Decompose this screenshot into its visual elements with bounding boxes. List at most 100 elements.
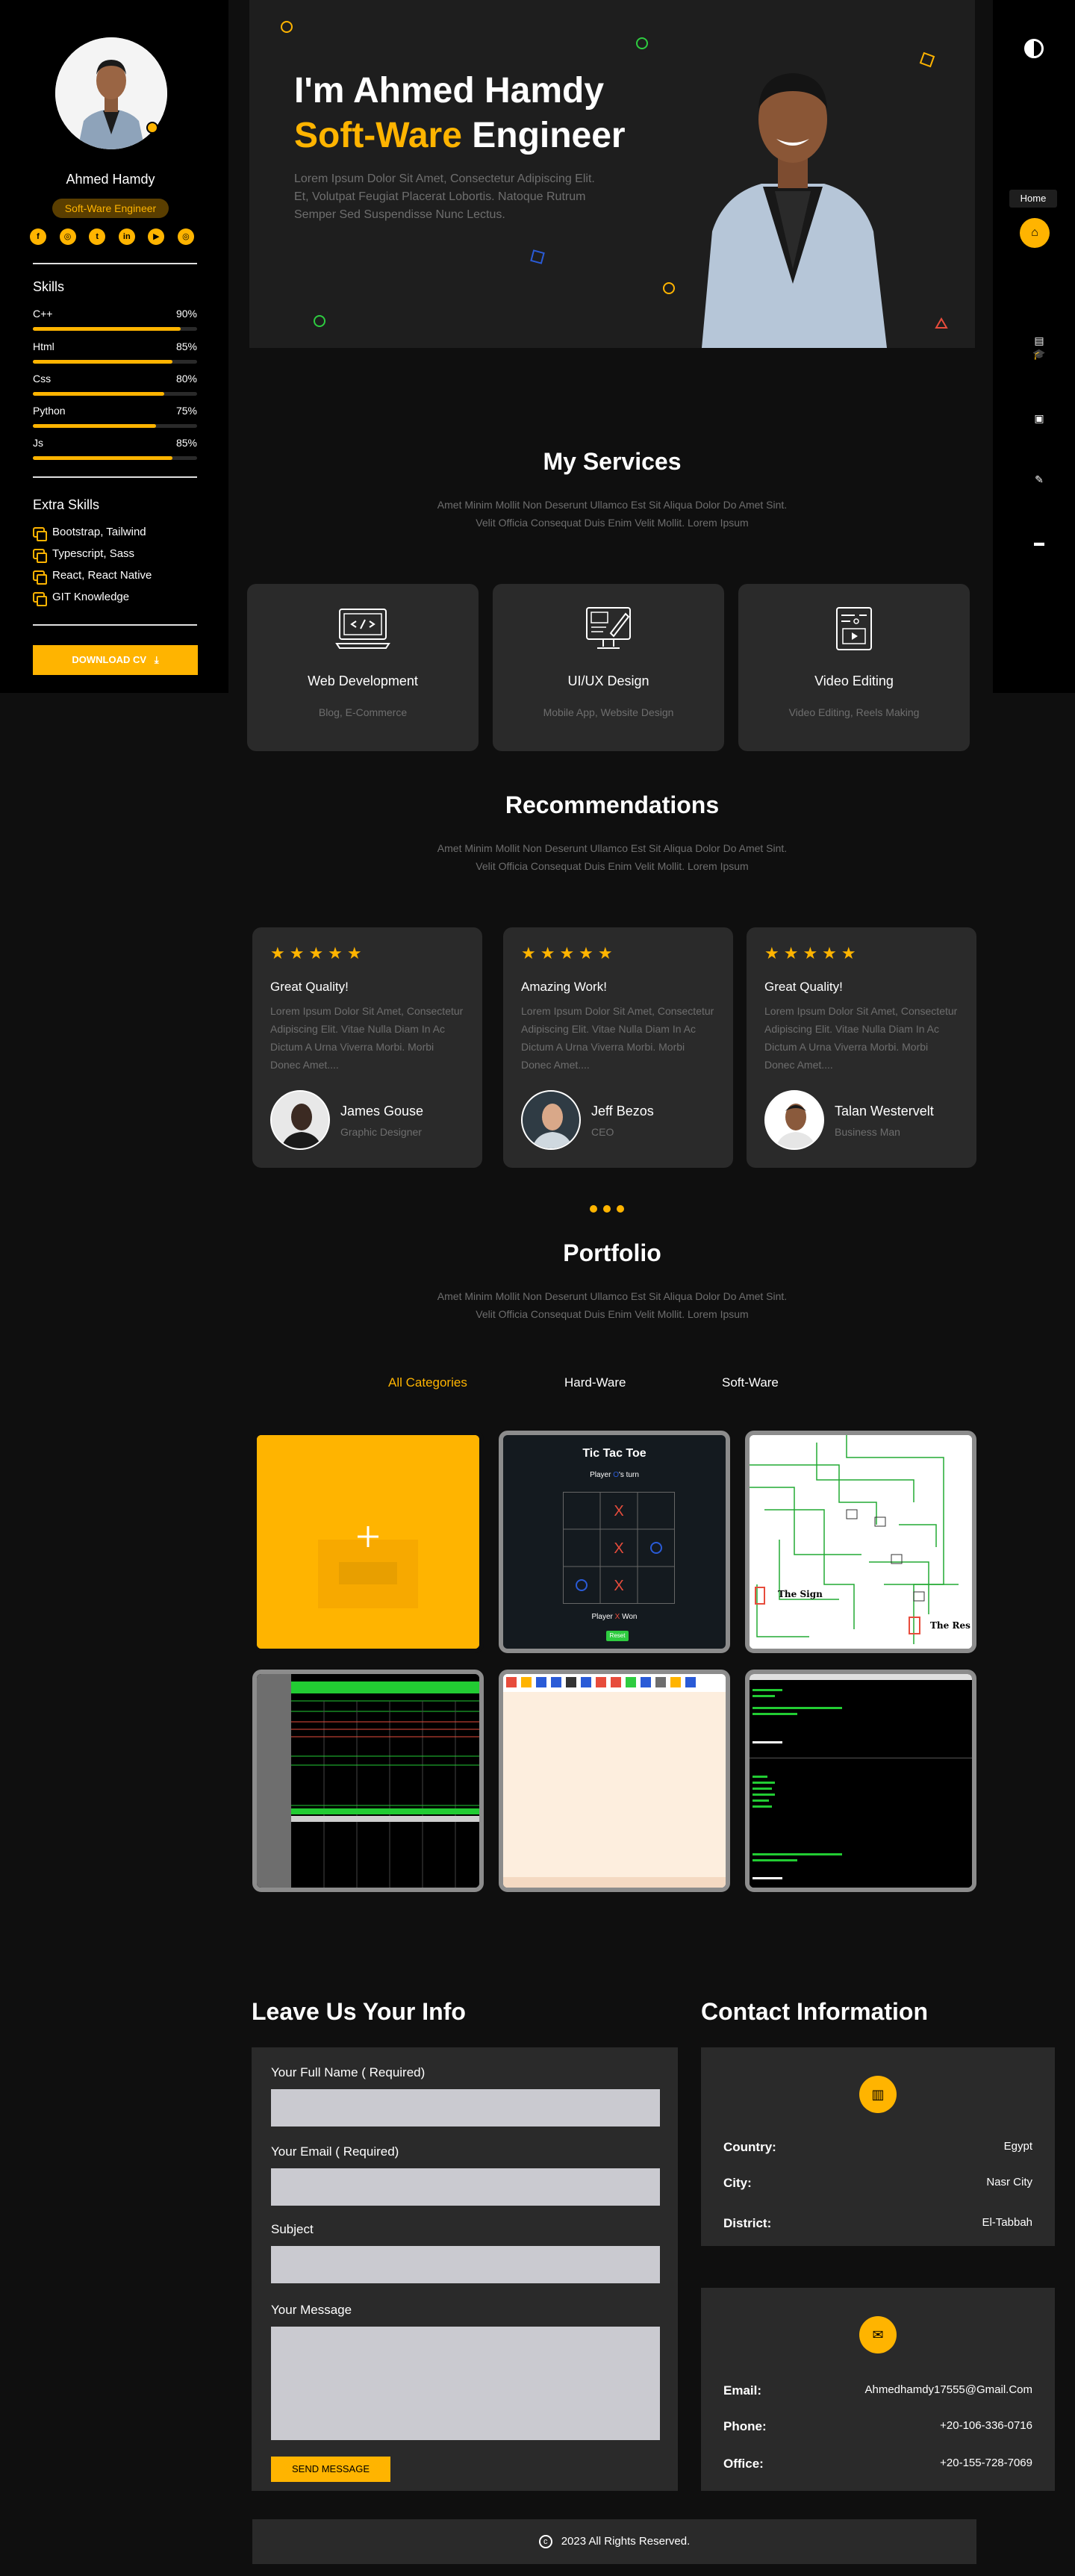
service-title: Web Development: [308, 673, 418, 688]
circuit-label: The Res: [930, 1620, 970, 1631]
full-name-input[interactable]: [271, 2089, 660, 2127]
check-icon: [33, 548, 47, 563]
skill-html: Html 85%: [33, 340, 197, 364]
service-card-video[interactable]: Video Editing Video Editing, Reels Makin…: [738, 584, 970, 751]
theme-toggle-icon[interactable]: [1024, 39, 1044, 58]
recommendation-card: ★★★★★ Great Quality! Lorem Ipsum Dolor S…: [252, 927, 482, 1168]
portfolio-item[interactable]: [252, 1431, 484, 1653]
subject-input[interactable]: [271, 2246, 660, 2283]
rec-body: Lorem Ipsum Dolor Sit Amet, Consectetur …: [521, 1005, 714, 1071]
hero-portrait: [702, 73, 887, 348]
skill-name: Js: [33, 437, 43, 449]
profile-role-badge: Soft-Ware Engineer: [52, 199, 169, 218]
info-value: Egypt: [1003, 2140, 1032, 2153]
message-textarea[interactable]: [271, 2327, 660, 2440]
chat-icon[interactable]: ▬: [1032, 535, 1047, 550]
info-row: Phone: +20-106-336-0716: [723, 2419, 1032, 2434]
service-card-web[interactable]: Web Development Blog, E-Commerce: [247, 584, 479, 751]
service-subtitle: Mobile App, Website Design: [543, 706, 674, 718]
hero-heading: I'm Ahmed Hamdy Soft-Ware Engineer: [294, 69, 626, 158]
extra-skill-label: Typescript, Sass: [52, 547, 135, 560]
home-icon[interactable]: ⌂: [1020, 218, 1050, 248]
carousel-dot[interactable]: [617, 1205, 624, 1213]
info-row: District: El-Tabbah: [723, 2216, 1032, 2231]
portfolio-item[interactable]: [499, 1670, 730, 1892]
phone-link[interactable]: +20-106-336-0716: [940, 2419, 1032, 2434]
circuit-label: The Sign: [778, 1589, 823, 1599]
info-key: Country:: [723, 2140, 776, 2154]
skill-bar: [33, 327, 181, 331]
extra-skill-label: React, React Native: [52, 569, 152, 582]
ttt-won-pre: Player: [591, 1613, 615, 1621]
divider: [33, 624, 197, 626]
svg-text:X: X: [614, 1540, 623, 1557]
profile-name: Ahmed Hamdy: [66, 172, 155, 187]
filter-hardware[interactable]: Hard-Ware: [564, 1375, 626, 1390]
skill-css: Css 80%: [33, 373, 197, 396]
feather-icon[interactable]: ✎: [1032, 472, 1047, 487]
twitter-icon[interactable]: t: [89, 228, 106, 245]
service-title: UI/UX Design: [567, 673, 649, 688]
extra-skill-label: GIT Knowledge: [52, 591, 130, 603]
send-message-button[interactable]: SEND MESSAGE: [271, 2457, 390, 2482]
rec-name: Jeff Bezos: [591, 1104, 654, 1119]
skill-value: 80%: [175, 373, 197, 385]
ttt-won-post: Won: [620, 1613, 638, 1621]
avatar: [521, 1090, 581, 1150]
filter-software[interactable]: Soft-Ware: [722, 1375, 779, 1390]
skill-bar: [33, 360, 172, 364]
hero-section: I'm Ahmed Hamdy Soft-Ware Engineer Lorem…: [249, 0, 975, 348]
check-icon: [33, 570, 47, 585]
portfolio-item[interactable]: The Sign The Res: [745, 1431, 976, 1653]
youtube-icon[interactable]: ▶: [148, 228, 165, 245]
service-card-uiux[interactable]: UI/UX Design Mobile App, Website Design: [493, 584, 724, 751]
ttt-reset-button[interactable]: Reset: [606, 1631, 629, 1641]
service-subtitle: Blog, E-Commerce: [318, 706, 408, 718]
design-monitor-icon: [586, 607, 631, 649]
rec-title: Great Quality!: [764, 980, 843, 994]
instagram-icon[interactable]: ◎: [59, 228, 76, 245]
service-title: Video Editing: [814, 673, 894, 688]
carousel-dot[interactable]: [590, 1205, 597, 1213]
square-decoration: [919, 52, 935, 68]
portfolio-item[interactable]: Tic Tac Toe Player O's turn X X X Player…: [499, 1431, 730, 1653]
email-input[interactable]: [271, 2168, 660, 2206]
info-key: Office:: [723, 2457, 764, 2471]
ttt-winner: Player X Won: [503, 1613, 726, 1621]
portfolio-item[interactable]: [252, 1670, 484, 1892]
hero-title-accent: Soft-Ware: [294, 116, 462, 155]
copyright-icon: c: [538, 2535, 552, 2549]
info-row: City: Nasr City: [723, 2176, 1032, 2191]
facebook-icon[interactable]: f: [30, 228, 46, 245]
circle-decoration: [663, 282, 675, 294]
skill-cpp: C++ 90%: [33, 308, 197, 331]
subject-label: Subject: [271, 2222, 314, 2236]
nav-tooltip: Home: [1009, 190, 1057, 208]
right-nav: ▤ 🎓 ▣ ✎ ▬: [993, 0, 1075, 693]
carousel-dots[interactable]: [590, 1205, 624, 1213]
info-row: Office: +20-155-728-7069: [723, 2457, 1032, 2471]
circle-decoration: [636, 37, 648, 49]
office-phone-link[interactable]: +20-155-728-7069: [940, 2457, 1032, 2471]
rec-role: Business Man: [835, 1126, 900, 1138]
avatar: [764, 1090, 824, 1150]
waveform-preview: [257, 1674, 479, 1888]
circuit-diagram-preview: [750, 1435, 972, 1649]
ttt-board: X X X: [563, 1492, 675, 1604]
graduation-icon[interactable]: 🎓: [1032, 346, 1047, 361]
download-cv-button[interactable]: DOWNLOAD CV ⤓: [33, 645, 198, 675]
filter-all-categories[interactable]: All Categories: [388, 1375, 467, 1390]
briefcase-icon[interactable]: ▣: [1032, 411, 1047, 426]
resume-icon[interactable]: ▤: [1032, 333, 1047, 348]
dribbble-icon[interactable]: ◎: [177, 228, 194, 245]
star-rating: ★★★★★: [270, 944, 367, 962]
carousel-dot[interactable]: [603, 1205, 611, 1213]
rec-body: Lorem Ipsum Dolor Sit Amet, Consectetur …: [270, 1005, 464, 1071]
linkedin-icon[interactable]: in: [118, 228, 135, 245]
email-link[interactable]: Ahmedhamdy17555@Gmail.Com: [865, 2383, 1033, 2398]
check-icon: [33, 591, 47, 606]
extra-skill-item: Typescript, Sass: [33, 547, 135, 563]
portfolio-item[interactable]: [745, 1670, 976, 1892]
divider: [33, 476, 197, 478]
skill-name: C++: [33, 308, 53, 320]
